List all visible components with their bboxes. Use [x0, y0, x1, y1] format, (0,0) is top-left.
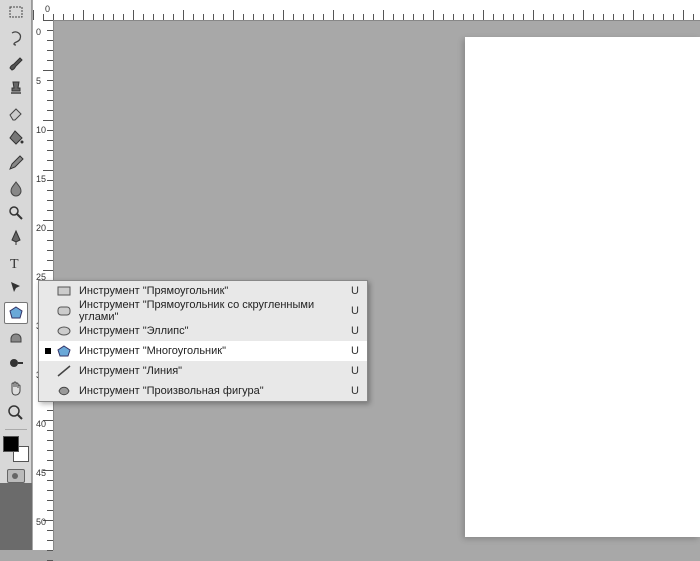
magnify-tool[interactable] [4, 202, 28, 224]
pencil-tool[interactable] [4, 152, 28, 174]
tools-panel: T [0, 0, 32, 550]
hand-tool[interactable] [4, 377, 28, 399]
ellipse-icon [55, 323, 73, 339]
rounded-rectangle-icon [55, 303, 73, 319]
flyout-polygon[interactable]: Инструмент "Многоугольник" U [39, 341, 367, 361]
path-select-tool[interactable] [4, 277, 28, 299]
flyout-custom-shape[interactable]: Инструмент "Произвольная фигура" U [39, 381, 367, 401]
ruler-v-tick: 15 [36, 175, 46, 184]
flyout-ellipse[interactable]: Инструмент "Эллипс" U [39, 321, 367, 341]
eraser-tool[interactable] [4, 102, 28, 124]
polygon-icon [55, 343, 73, 359]
ruler-v-tick: 5 [36, 77, 41, 86]
photoshop-workspace: 0 05101520253035404550 T [0, 0, 700, 550]
ruler-v-tick: 0 [36, 28, 41, 37]
flyout-shortcut: U [351, 385, 359, 397]
flyout-line[interactable]: Инструмент "Линия" U [39, 361, 367, 381]
toolbar-dark-strip [0, 483, 32, 550]
shape-tool[interactable] [4, 302, 28, 324]
ruler-h-marks [33, 0, 700, 20]
active-indicator-icon [45, 348, 51, 354]
ruler-v-tick: 20 [36, 224, 46, 233]
ruler-v-tick: 40 [36, 420, 46, 429]
shape-tool-flyout: Инструмент "Прямоугольник" U Инструмент … [38, 280, 368, 402]
flyout-shortcut: U [351, 365, 359, 377]
sponge-tool[interactable] [4, 327, 28, 349]
flyout-rounded-rectangle[interactable]: Инструмент "Прямоугольник со скругленным… [39, 301, 367, 321]
document-canvas[interactable] [465, 37, 700, 537]
ruler-v-tick: 10 [36, 126, 46, 135]
rectangle-icon [55, 283, 73, 299]
flyout-label: Инструмент "Произвольная фигура" [79, 385, 343, 397]
stamp-tool[interactable] [4, 77, 28, 99]
toolbar-separator [5, 429, 27, 430]
bucket-tool[interactable] [4, 127, 28, 149]
quick-mask-icon [7, 469, 25, 483]
ruler-horizontal: 0 [33, 0, 700, 21]
custom-shape-icon [55, 383, 73, 399]
ruler-v-tick: 50 [36, 518, 46, 527]
dodge-tool[interactable] [4, 352, 28, 374]
flyout-rectangle[interactable]: Инструмент "Прямоугольник" U [39, 281, 367, 301]
flyout-shortcut: U [351, 305, 359, 317]
color-swatches[interactable] [3, 436, 29, 462]
flyout-label: Инструмент "Прямоугольник со скругленным… [79, 299, 343, 323]
line-icon [55, 363, 73, 379]
flyout-shortcut: U [351, 285, 359, 297]
ruler-v-tick: 45 [36, 469, 46, 478]
brush-tool[interactable] [4, 52, 28, 74]
flyout-label: Инструмент "Прямоугольник" [79, 285, 343, 297]
zoom-tool[interactable] [4, 402, 28, 424]
lasso-tool[interactable] [4, 27, 28, 49]
foreground-color[interactable] [3, 436, 19, 452]
svg-text:T: T [10, 257, 19, 272]
pen-tool[interactable] [4, 227, 28, 249]
blur-tool[interactable] [4, 177, 28, 199]
type-tool[interactable]: T [4, 252, 28, 274]
flyout-label: Инструмент "Многоугольник" [79, 345, 343, 357]
marquee-tool[interactable] [4, 2, 28, 24]
flyout-label: Инструмент "Эллипс" [79, 325, 343, 337]
flyout-label: Инструмент "Линия" [79, 365, 343, 377]
flyout-shortcut: U [351, 345, 359, 357]
flyout-shortcut: U [351, 325, 359, 337]
